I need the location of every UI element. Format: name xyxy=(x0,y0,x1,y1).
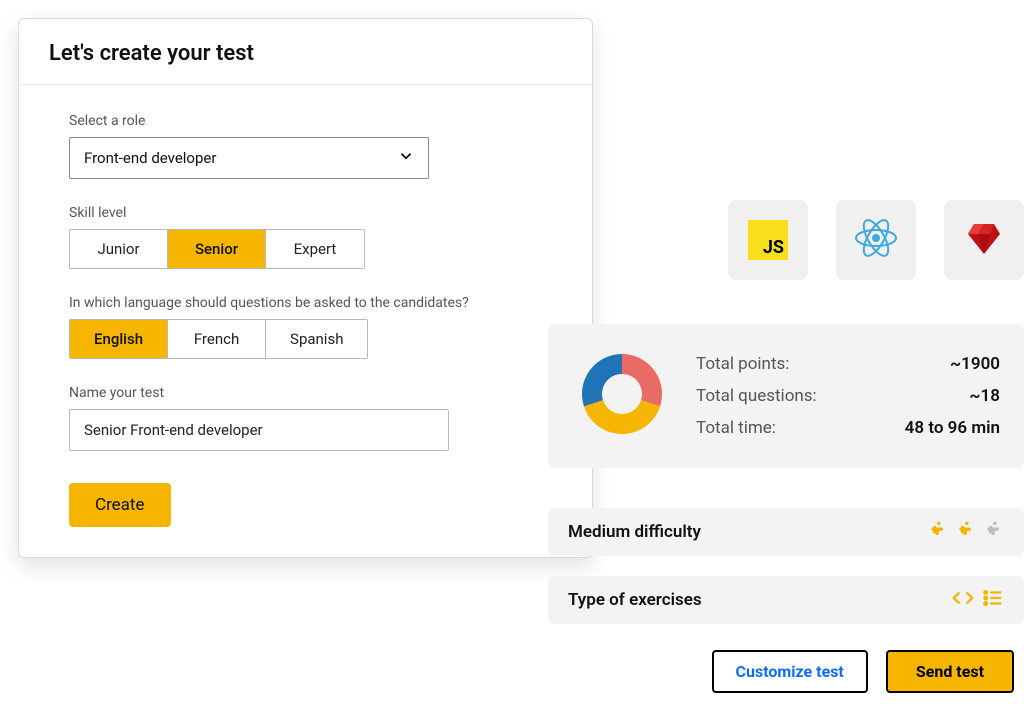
create-test-card: Let's create your test Select a role Fro… xyxy=(18,18,593,558)
puzzle-icon xyxy=(928,520,948,545)
ruby-icon xyxy=(964,218,1004,262)
difficulty-icons xyxy=(928,520,1004,545)
react-icon xyxy=(854,216,898,264)
role-field: Select a role Front-end developer xyxy=(69,113,542,179)
role-label: Select a role xyxy=(69,113,542,129)
stat-row-points: Total points: ~1900 xyxy=(696,348,1000,380)
language-field: In which language should questions be as… xyxy=(69,295,542,359)
role-select-value: Front-end developer xyxy=(84,149,216,167)
skill-option-expert[interactable]: Expert xyxy=(266,230,364,268)
customize-test-button[interactable]: Customize test xyxy=(712,650,868,693)
language-option-spanish[interactable]: Spanish xyxy=(266,320,367,358)
role-select-wrap: Front-end developer xyxy=(69,137,429,179)
stat-value: ~1900 xyxy=(950,354,1000,374)
summary-card: Total points: ~1900 Total questions: ~18… xyxy=(548,324,1024,468)
role-select[interactable]: Front-end developer xyxy=(69,137,429,179)
exercises-icons xyxy=(952,587,1004,614)
stat-row-questions: Total questions: ~18 xyxy=(696,380,1000,412)
language-segmented: English French Spanish xyxy=(69,319,368,359)
test-name-field: Name your test xyxy=(69,385,542,451)
puzzle-icon xyxy=(956,520,976,545)
skill-field: Skill level Junior Senior Expert xyxy=(69,205,542,269)
send-test-button[interactable]: Send test xyxy=(886,650,1014,693)
language-option-english[interactable]: English xyxy=(70,320,168,358)
stat-label: Total time: xyxy=(696,418,776,438)
skill-segmented: Junior Senior Expert xyxy=(69,229,365,269)
stat-label: Total points: xyxy=(696,354,789,374)
stat-label: Total questions: xyxy=(696,386,817,406)
javascript-icon: JS xyxy=(748,220,788,260)
tech-icons-row: JS xyxy=(728,200,1024,280)
tech-ruby xyxy=(944,200,1024,280)
list-icon xyxy=(982,587,1004,614)
action-row: Customize test Send test xyxy=(712,650,1014,693)
tech-react xyxy=(836,200,916,280)
exercises-label: Type of exercises xyxy=(568,590,702,610)
skill-option-senior[interactable]: Senior xyxy=(168,230,266,268)
stat-row-time: Total time: 48 to 96 min xyxy=(696,412,1000,444)
difficulty-label: Medium difficulty xyxy=(568,522,701,542)
difficulty-strip[interactable]: Medium difficulty xyxy=(548,508,1024,556)
exercises-strip[interactable]: Type of exercises xyxy=(548,576,1024,624)
summary-donut-chart xyxy=(572,344,672,448)
stat-value: 48 to 96 min xyxy=(905,418,1000,438)
card-title: Let's create your test xyxy=(19,19,592,85)
create-button[interactable]: Create xyxy=(69,483,171,527)
skill-option-junior[interactable]: Junior xyxy=(70,230,168,268)
test-name-input[interactable] xyxy=(69,409,449,451)
test-name-label: Name your test xyxy=(69,385,542,401)
stat-value: ~18 xyxy=(969,386,1000,406)
summary-stats: Total points: ~1900 Total questions: ~18… xyxy=(696,348,1000,444)
code-icon xyxy=(952,587,974,614)
language-label: In which language should questions be as… xyxy=(69,295,542,311)
language-option-french[interactable]: French xyxy=(168,320,266,358)
tech-js: JS xyxy=(728,200,808,280)
skill-label: Skill level xyxy=(69,205,542,221)
puzzle-icon-inactive xyxy=(984,520,1004,545)
card-body: Select a role Front-end developer Skill … xyxy=(19,85,592,557)
